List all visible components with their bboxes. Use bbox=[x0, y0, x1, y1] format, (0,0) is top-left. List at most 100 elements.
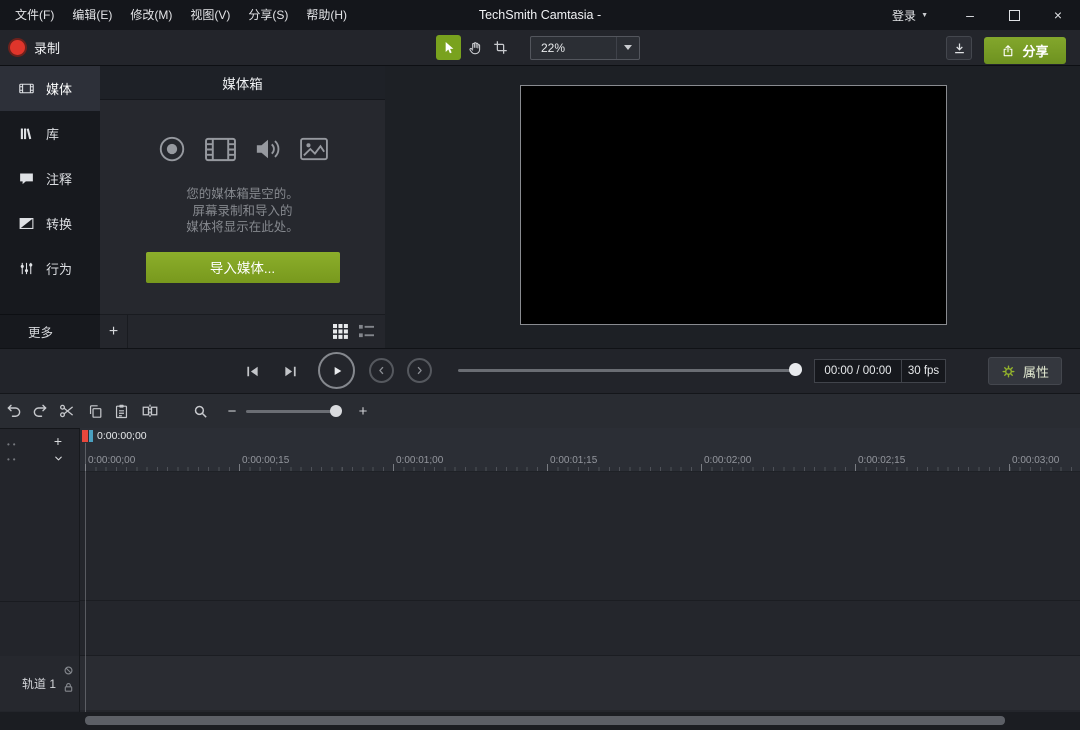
menu-modify[interactable]: 修改(M) bbox=[121, 0, 181, 30]
cursor-tool-button[interactable] bbox=[436, 35, 461, 60]
media-bin-empty-icons bbox=[100, 134, 385, 164]
grid-view-button[interactable] bbox=[333, 324, 348, 339]
sidebar-item-annotations[interactable]: 注释 bbox=[0, 156, 100, 201]
menu-edit[interactable]: 编辑(E) bbox=[63, 0, 121, 30]
media-bin-title: 媒体箱 bbox=[100, 66, 385, 100]
media-bin-empty-text: 您的媒体箱是空的。 屏幕录制和导入的 媒体将显示在此处。 bbox=[100, 186, 385, 236]
maximize-icon bbox=[1009, 10, 1020, 21]
timeline-ruler[interactable]: 0:00:00;00 0:00:00;15 0:00:01;00 0:00:01… bbox=[80, 428, 1080, 472]
close-button[interactable]: × bbox=[1036, 0, 1080, 30]
timeline-zoom-slider[interactable] bbox=[246, 410, 332, 413]
menu-file[interactable]: 文件(F) bbox=[6, 0, 63, 30]
play-button[interactable] bbox=[318, 352, 355, 389]
chevron-down-icon bbox=[53, 453, 64, 464]
playhead-out-handle[interactable] bbox=[82, 430, 88, 442]
cursor-icon bbox=[441, 40, 457, 56]
download-button[interactable] bbox=[946, 36, 972, 60]
minimize-button[interactable]: – bbox=[948, 0, 992, 30]
timeline-tracks-area[interactable] bbox=[80, 472, 1080, 712]
record-circle-icon bbox=[157, 134, 187, 164]
scrubber-track[interactable] bbox=[458, 369, 802, 372]
step-forward-button[interactable] bbox=[278, 359, 302, 383]
ruler-tick-mark bbox=[547, 464, 548, 471]
login-button[interactable]: 登录 ▼ bbox=[892, 0, 928, 30]
maximize-button[interactable] bbox=[992, 0, 1036, 30]
next-clip-button[interactable] bbox=[407, 358, 432, 383]
record-button[interactable]: 录制 bbox=[10, 30, 60, 65]
track-1-header[interactable]: 轨道 1 bbox=[0, 656, 79, 711]
sidebar-item-behaviors[interactable]: 行为 bbox=[0, 246, 100, 291]
crop-tool-button[interactable] bbox=[488, 35, 513, 60]
cut-button[interactable] bbox=[55, 399, 79, 423]
share-icon bbox=[1001, 44, 1015, 58]
paste-button[interactable] bbox=[109, 399, 133, 423]
ruler-tick-label: 0:00:02;00 bbox=[704, 455, 751, 466]
ruler-tick-mark bbox=[393, 464, 394, 471]
equalizer-icon bbox=[18, 260, 35, 277]
timeline-zoom-thumb[interactable] bbox=[330, 405, 342, 417]
track-menu-button[interactable] bbox=[48, 450, 68, 467]
menu-view[interactable]: 视图(V) bbox=[181, 0, 239, 30]
film-icon bbox=[204, 136, 237, 163]
media-icon bbox=[18, 80, 35, 97]
timeline-zoom-out-button[interactable]: − bbox=[220, 399, 244, 423]
library-icon bbox=[18, 125, 35, 142]
split-button[interactable] bbox=[138, 399, 162, 423]
scrubber-thumb[interactable] bbox=[789, 363, 802, 376]
sidebar-item-transitions[interactable]: 转换 bbox=[0, 201, 100, 246]
lock-icon bbox=[63, 682, 74, 693]
window-controls: – × bbox=[948, 0, 1080, 30]
playback-bar: 00:00 / 00:00 30 fps 属性 bbox=[0, 348, 1080, 393]
ruler-tick-label: 0:00:00;00 bbox=[88, 455, 135, 466]
split-icon bbox=[141, 402, 159, 420]
empty-text-line: 媒体将显示在此处。 bbox=[100, 219, 385, 236]
import-media-button[interactable]: 导入媒体... bbox=[146, 252, 340, 283]
undo-icon bbox=[5, 402, 23, 420]
undo-button[interactable] bbox=[2, 399, 26, 423]
pan-tool-button[interactable] bbox=[462, 35, 487, 60]
sidebar-item-media[interactable]: 媒体 bbox=[0, 66, 100, 111]
playhead-time-label: 0:00:00;00 bbox=[97, 430, 147, 442]
menu-share[interactable]: 分享(S) bbox=[239, 0, 297, 30]
timeline-zoom-icon-button bbox=[188, 399, 212, 423]
time-display-group: 00:00 / 00:00 30 fps bbox=[814, 359, 946, 383]
copy-button[interactable] bbox=[83, 399, 107, 423]
paste-icon bbox=[113, 403, 130, 420]
scrollbar-thumb[interactable] bbox=[85, 716, 1005, 725]
sidebar-item-label: 注释 bbox=[46, 169, 72, 188]
menu-help[interactable]: 帮助(H) bbox=[297, 0, 356, 30]
gear-icon bbox=[1001, 364, 1016, 379]
playhead-line[interactable] bbox=[85, 443, 86, 712]
sidebar-item-label: 转换 bbox=[46, 214, 72, 233]
redo-button[interactable] bbox=[28, 399, 52, 423]
ruler-tick-mark bbox=[701, 464, 702, 471]
ruler-tick-label: 0:00:03;00 bbox=[1012, 455, 1059, 466]
timeline-scrollbar bbox=[0, 712, 1080, 730]
timeline-zoom-in-button[interactable]: + bbox=[351, 399, 375, 423]
share-button[interactable]: 分享 bbox=[984, 37, 1066, 64]
properties-button[interactable]: 属性 bbox=[988, 357, 1062, 385]
media-bin-footer bbox=[128, 314, 385, 348]
add-track-button[interactable]: + bbox=[48, 432, 68, 449]
empty-text-line: 屏幕录制和导入的 bbox=[100, 203, 385, 220]
sidebar-item-label: 库 bbox=[46, 124, 59, 143]
playhead-in-handle[interactable] bbox=[89, 430, 93, 442]
download-icon bbox=[952, 41, 967, 56]
add-tab-button[interactable]: + bbox=[100, 314, 128, 348]
track-disable-button[interactable] bbox=[63, 665, 74, 676]
time-display: 00:00 / 00:00 bbox=[814, 359, 902, 383]
sidebar-more-button[interactable]: 更多 bbox=[0, 314, 100, 348]
canvas-zoom-dropdown[interactable]: 22% bbox=[530, 36, 640, 60]
track-1-lane[interactable] bbox=[80, 655, 1080, 710]
sidebar: 媒体 库 注释 转换 行为 bbox=[0, 66, 100, 314]
canvas-stage[interactable] bbox=[520, 85, 947, 325]
previous-clip-button[interactable] bbox=[369, 358, 394, 383]
menu-items: 文件(F) 编辑(E) 修改(M) 视图(V) 分享(S) 帮助(H) bbox=[6, 0, 356, 30]
step-back-icon bbox=[243, 362, 262, 381]
list-view-button[interactable] bbox=[359, 324, 374, 339]
sidebar-item-library[interactable]: 库 bbox=[0, 111, 100, 156]
menu-bar: 文件(F) 编辑(E) 修改(M) 视图(V) 分享(S) 帮助(H) Tech… bbox=[0, 0, 1080, 30]
ruler-tick-label: 0:00:01;15 bbox=[550, 455, 597, 466]
track-lock-button[interactable] bbox=[63, 682, 74, 693]
step-back-button[interactable] bbox=[240, 359, 264, 383]
